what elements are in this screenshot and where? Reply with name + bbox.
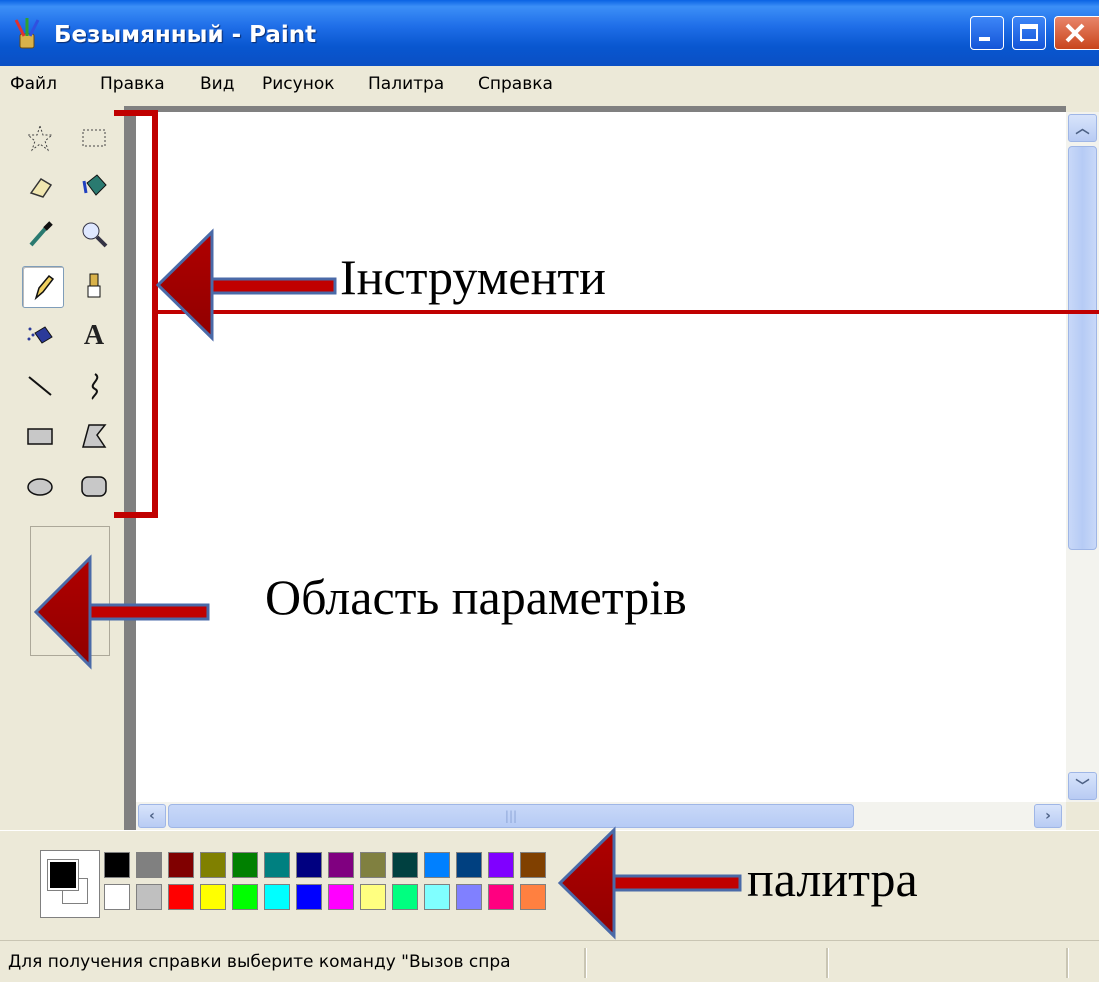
arrow-tools	[155, 228, 337, 342]
annotation-params-label: Область параметрів	[265, 569, 687, 625]
arrow-palette	[557, 826, 742, 940]
annotation-tools-label: Інструменти	[340, 249, 606, 305]
annotation-palette-label: палитра	[747, 851, 918, 907]
annotation-arrows	[33, 228, 742, 940]
arrow-params	[33, 554, 210, 670]
